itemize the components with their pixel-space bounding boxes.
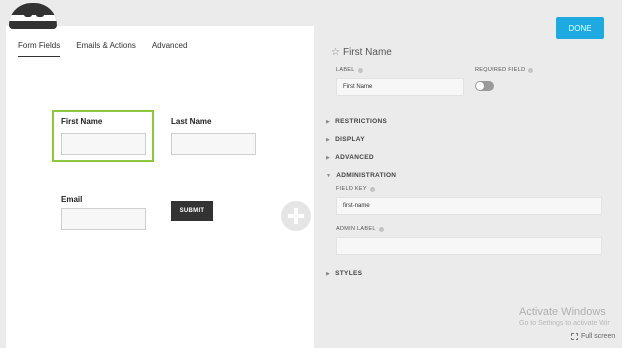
help-icon[interactable] [357,67,363,73]
windows-watermark-subtitle: Go to Settings to activate Wir [519,320,610,327]
help-icon[interactable] [528,67,534,73]
section-administration-label: ADMINISTRATION [336,172,397,179]
caret-right-icon: ▶ [326,118,331,125]
required-toggle[interactable] [475,81,494,91]
left-edge [0,26,6,348]
help-icon[interactable] [378,226,384,232]
panel-title-text: First Name [342,47,392,58]
panel-title: ☆ First Name [331,47,392,58]
label-caption: LABEL [336,67,363,73]
label-caption-text: LABEL [336,67,355,73]
email-preview-input[interactable] [61,208,146,230]
caret-right-icon: ▶ [326,270,331,277]
section-advanced-label: ADVANCED [335,154,374,161]
toggle-knob [476,82,484,90]
tab-advanced[interactable]: Advanced [152,41,188,57]
add-field-icon[interactable] [281,201,311,231]
tab-emails-actions[interactable]: Emails & Actions [76,41,136,57]
fullscreen-label: Full screen [581,333,616,340]
section-administration[interactable]: ▼ ADMINISTRATION [326,172,396,179]
first-name-preview-input[interactable] [61,133,146,155]
section-restrictions[interactable]: ▶ RESTRICTIONS [326,118,387,125]
field-key-input[interactable]: first-name [336,197,602,215]
field-key-caption: FIELD KEY [336,186,375,192]
required-caption-text: REQUIRED FIELD [475,67,526,73]
fullscreen-icon [571,333,578,340]
done-button[interactable]: DONE [556,17,604,39]
field-key-caption-text: FIELD KEY [336,186,367,192]
fullscreen-button[interactable]: Full screen [571,333,615,340]
caret-down-icon: ▼ [326,172,332,179]
section-advanced[interactable]: ▶ ADVANCED [326,154,374,161]
section-styles-label: STYLES [335,270,363,277]
help-icon[interactable] [369,186,375,192]
email-field-label: Email [61,195,83,204]
builder-tabs: Form Fields Emails & Actions Advanced [18,41,187,57]
label-input[interactable]: First Name [336,78,464,96]
first-name-field-label: First Name [61,117,103,126]
right-edge [622,0,628,348]
admin-label-caption-text: ADMIN LABEL [336,226,376,232]
star-icon[interactable]: ☆ [331,47,340,58]
last-name-preview-input[interactable] [171,133,256,155]
caret-right-icon: ▶ [326,154,331,161]
caret-right-icon: ▶ [326,136,331,143]
admin-label-caption: ADMIN LABEL [336,226,384,232]
section-display[interactable]: ▶ DISPLAY [326,136,365,143]
tab-form-fields[interactable]: Form Fields [18,41,61,57]
section-styles[interactable]: ▶ STYLES [326,270,362,277]
required-caption: REQUIRED FIELD [475,67,534,73]
windows-watermark-title: Activate Windows [519,306,606,318]
section-display-label: DISPLAY [335,136,365,143]
submit-button[interactable]: SUBMIT [171,201,213,221]
last-name-field-label: Last Name [171,117,212,126]
admin-label-input[interactable] [336,237,602,255]
section-restrictions-label: RESTRICTIONS [335,118,388,125]
